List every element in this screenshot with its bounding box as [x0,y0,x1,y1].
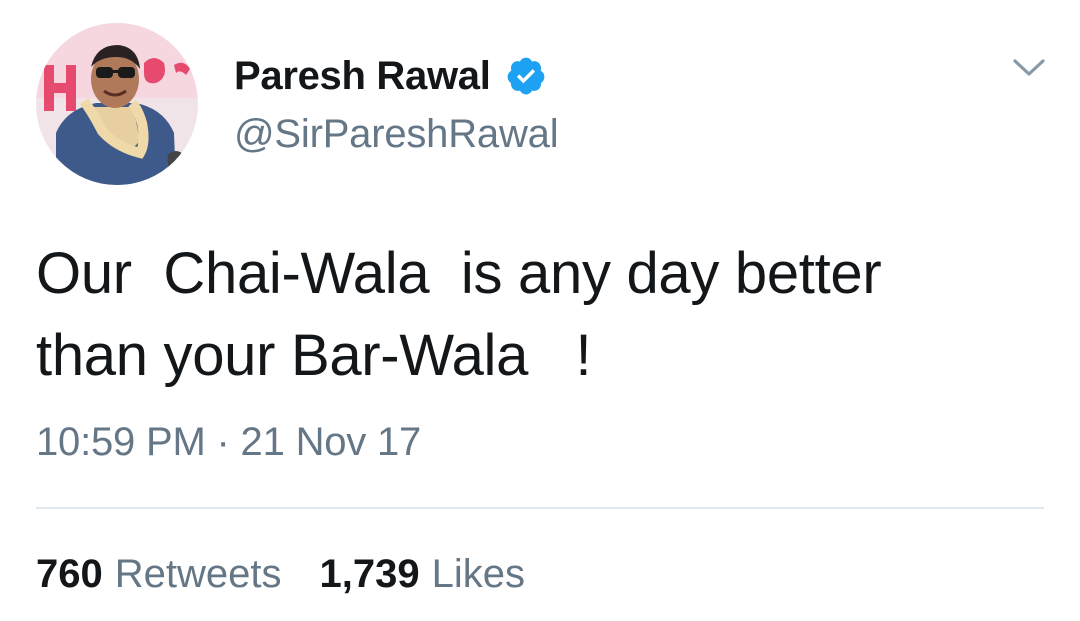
retweets-stat[interactable]: 760 Retweets [36,552,282,597]
likes-stat[interactable]: 1,739 Likes [320,552,526,597]
chevron-down-icon[interactable] [1010,52,1048,82]
author-handle[interactable]: @SirPareshRawal [234,112,559,157]
avatar[interactable] [36,23,198,185]
tweet-timestamp[interactable]: 10:59 PM · 21 Nov 17 [36,420,421,465]
tweet-card: Paresh Rawal @SirPareshRawal Our Chai-Wa… [0,0,1080,621]
likes-count: 1,739 [319,552,420,596]
avatar-photo [36,23,198,185]
likes-label: Likes [431,552,525,596]
author-display-name[interactable]: Paresh Rawal [234,54,491,99]
tweet-text: Our Chai-Wala is any day better than you… [36,241,882,388]
tweet-stats: 760 Retweets 1,739 Likes [36,552,525,597]
divider [36,507,1044,509]
author-name-row: Paresh Rawal [234,52,547,100]
retweets-count: 760 [36,552,103,596]
verified-badge-icon [505,55,547,97]
retweets-label: Retweets [114,552,282,596]
